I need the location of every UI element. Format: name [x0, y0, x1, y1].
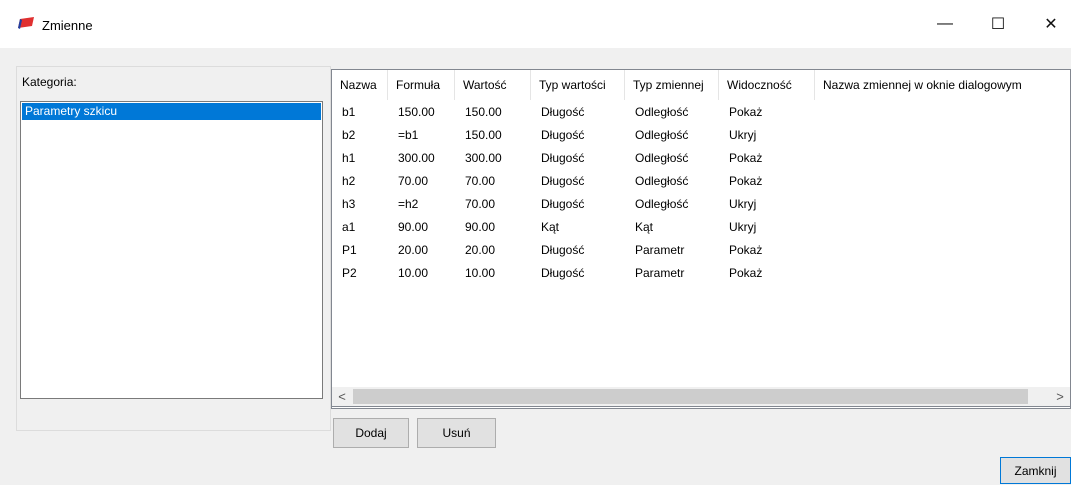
close-window-button[interactable]: ✕ [1031, 8, 1071, 40]
cell-value: 70.00 [465, 197, 496, 211]
cell-name: b2 [342, 128, 356, 142]
scroll-thumb[interactable] [353, 389, 1028, 404]
cell-value: 150.00 [465, 105, 502, 119]
cell-formula: 300.00 [398, 151, 435, 165]
cell-formula: =h2 [398, 197, 419, 211]
table-row[interactable]: P1 20.00 20.00 Długość Parametr Pokaż [332, 239, 1070, 262]
cell-name: b1 [342, 105, 356, 119]
cell-value-type: Długość [541, 197, 585, 211]
column-header-name[interactable]: Nazwa [332, 70, 388, 100]
cell-formula: 90.00 [398, 220, 429, 234]
cell-value-type: Długość [541, 105, 585, 119]
cell-variable-type: Kąt [635, 220, 654, 234]
cell-formula: 70.00 [398, 174, 429, 188]
cell-name: P1 [342, 243, 357, 257]
table-row[interactable]: b2 =b1 150.00 Długość Odległość Ukryj [332, 124, 1070, 147]
minimize-icon: — [937, 15, 953, 32]
cell-variable-type: Parametr [635, 266, 685, 280]
cell-value: 10.00 [465, 266, 496, 280]
cell-name: a1 [342, 220, 356, 234]
chevron-left-icon: < [338, 389, 346, 404]
cell-formula: =b1 [398, 128, 419, 142]
column-header-visibility[interactable]: Widoczność [719, 70, 815, 100]
cell-name: P2 [342, 266, 357, 280]
cell-name: h3 [342, 197, 356, 211]
cell-formula: 150.00 [398, 105, 435, 119]
column-header-formula[interactable]: Formuła [388, 70, 455, 100]
cell-value: 90.00 [465, 220, 496, 234]
cell-variable-type: Odległość [635, 105, 689, 119]
horizontal-scrollbar[interactable]: < > [331, 387, 1071, 407]
scroll-left-button[interactable]: < [332, 387, 352, 406]
close-button[interactable]: Zamknij [1000, 457, 1071, 484]
cell-value: 150.00 [465, 128, 502, 142]
cell-visibility: Pokaż [729, 266, 763, 280]
app-icon [18, 17, 34, 29]
cell-value: 20.00 [465, 243, 496, 257]
minimize-button[interactable]: — [925, 8, 965, 40]
category-label: Kategoria: [22, 75, 77, 89]
column-header-value-type[interactable]: Typ wartości [531, 70, 625, 100]
category-list[interactable]: Parametry szkicu [20, 101, 323, 399]
cell-variable-type: Parametr [635, 243, 685, 257]
cell-visibility: Pokaż [729, 174, 763, 188]
cell-formula: 20.00 [398, 243, 429, 257]
table-row[interactable]: P2 10.00 10.00 Długość Parametr Pokaż [332, 262, 1070, 285]
cell-value-type: Kąt [541, 220, 560, 234]
title-bar: Zmienne — ☐ ✕ [0, 0, 1071, 48]
cell-variable-type: Odległość [635, 174, 689, 188]
scroll-right-button[interactable]: > [1050, 387, 1070, 406]
maximize-button[interactable]: ☐ [978, 8, 1018, 40]
remove-button[interactable]: Usuń [417, 418, 496, 448]
variables-table: Nazwa Formuła Wartość Typ wartości Typ z… [331, 69, 1071, 409]
cell-formula: 10.00 [398, 266, 429, 280]
cell-visibility: Pokaż [729, 151, 763, 165]
cell-name: h2 [342, 174, 356, 188]
cell-visibility: Pokaż [729, 243, 763, 257]
add-button[interactable]: Dodaj [333, 418, 409, 448]
table-row[interactable]: a1 90.00 90.00 Kąt Kąt Ukryj [332, 216, 1070, 239]
cell-variable-type: Odległość [635, 151, 689, 165]
cell-value: 70.00 [465, 174, 496, 188]
cell-variable-type: Odległość [635, 197, 689, 211]
cell-value-type: Długość [541, 174, 585, 188]
cell-value-type: Długość [541, 266, 585, 280]
cell-visibility: Ukryj [729, 197, 757, 211]
column-header-dialog-name[interactable]: Nazwa zmiennej w oknie dialogowym [815, 70, 1070, 100]
cell-visibility: Pokaż [729, 105, 763, 119]
table-row[interactable]: h3 =h2 70.00 Długość Odległość Ukryj [332, 193, 1070, 216]
cell-visibility: Ukryj [729, 128, 757, 142]
cell-value-type: Długość [541, 243, 585, 257]
table-header: Nazwa Formuła Wartość Typ wartości Typ z… [332, 70, 1070, 100]
cell-variable-type: Odległość [635, 128, 689, 142]
table-row[interactable]: h1 300.00 300.00 Długość Odległość Pokaż [332, 147, 1070, 170]
category-item-parametry-szkicu[interactable]: Parametry szkicu [22, 103, 321, 120]
cell-value: 300.00 [465, 151, 502, 165]
cell-name: h1 [342, 151, 356, 165]
table-row[interactable]: h2 70.00 70.00 Długość Odległość Pokaż [332, 170, 1070, 193]
column-header-value[interactable]: Wartość [455, 70, 531, 100]
cell-value-type: Długość [541, 128, 585, 142]
chevron-right-icon: > [1056, 389, 1064, 404]
dialog-client-area: Kategoria: Parametry szkicu Nazwa Formuł… [0, 48, 1071, 485]
cell-value-type: Długość [541, 151, 585, 165]
close-icon: ✕ [1044, 16, 1058, 33]
window-title: Zmienne [42, 18, 93, 33]
maximize-icon: ☐ [990, 16, 1006, 33]
cell-visibility: Ukryj [729, 220, 757, 234]
column-header-variable-type[interactable]: Typ zmiennej [625, 70, 719, 100]
table-row[interactable]: b1 150.00 150.00 Długość Odległość Pokaż [332, 101, 1070, 124]
